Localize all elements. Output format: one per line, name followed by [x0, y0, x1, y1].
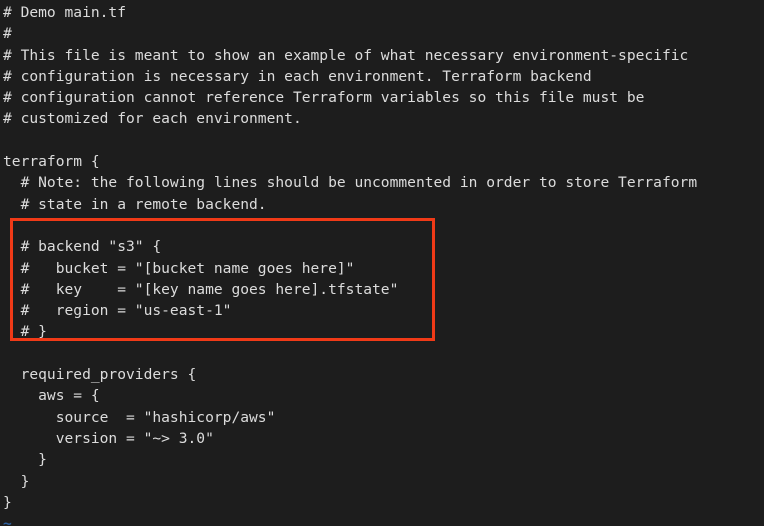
code-line: required_providers {: [3, 366, 197, 384]
code-line: # customized for each environment.: [3, 110, 302, 128]
code-line: # state in a remote backend.: [3, 195, 267, 213]
code-line: # key = "[key name goes here].tfstate": [3, 280, 399, 298]
code-line: }: [3, 493, 12, 511]
code-line: # configuration is necessary in each env…: [3, 67, 592, 85]
code-line: aws = {: [3, 387, 100, 405]
code-line: version = "~> 3.0": [3, 429, 214, 447]
code-line: # bucket = "[bucket name goes here]": [3, 259, 355, 277]
code-line: # This file is meant to show an example …: [3, 46, 689, 64]
code-line: # region = "us-east-1": [3, 302, 232, 320]
code-line: #: [3, 25, 12, 43]
code-line: # Note: the following lines should be un…: [3, 174, 698, 192]
code-line: # backend "s3" {: [3, 238, 162, 256]
code-line: }: [3, 451, 47, 469]
code-line: source = "hashicorp/aws": [3, 408, 276, 426]
code-line: terraform {: [3, 153, 100, 171]
code-line: # configuration cannot reference Terrafo…: [3, 89, 645, 107]
code-content-area[interactable]: # Demo main.tf # # This file is meant to…: [0, 0, 764, 526]
terminal-text-editor[interactable]: # Demo main.tf # # This file is meant to…: [0, 0, 764, 526]
code-line: # }: [3, 323, 47, 341]
vim-empty-line-marker: ~: [3, 515, 12, 526]
code-line: }: [3, 472, 30, 490]
code-line: # Demo main.tf: [3, 4, 127, 21]
